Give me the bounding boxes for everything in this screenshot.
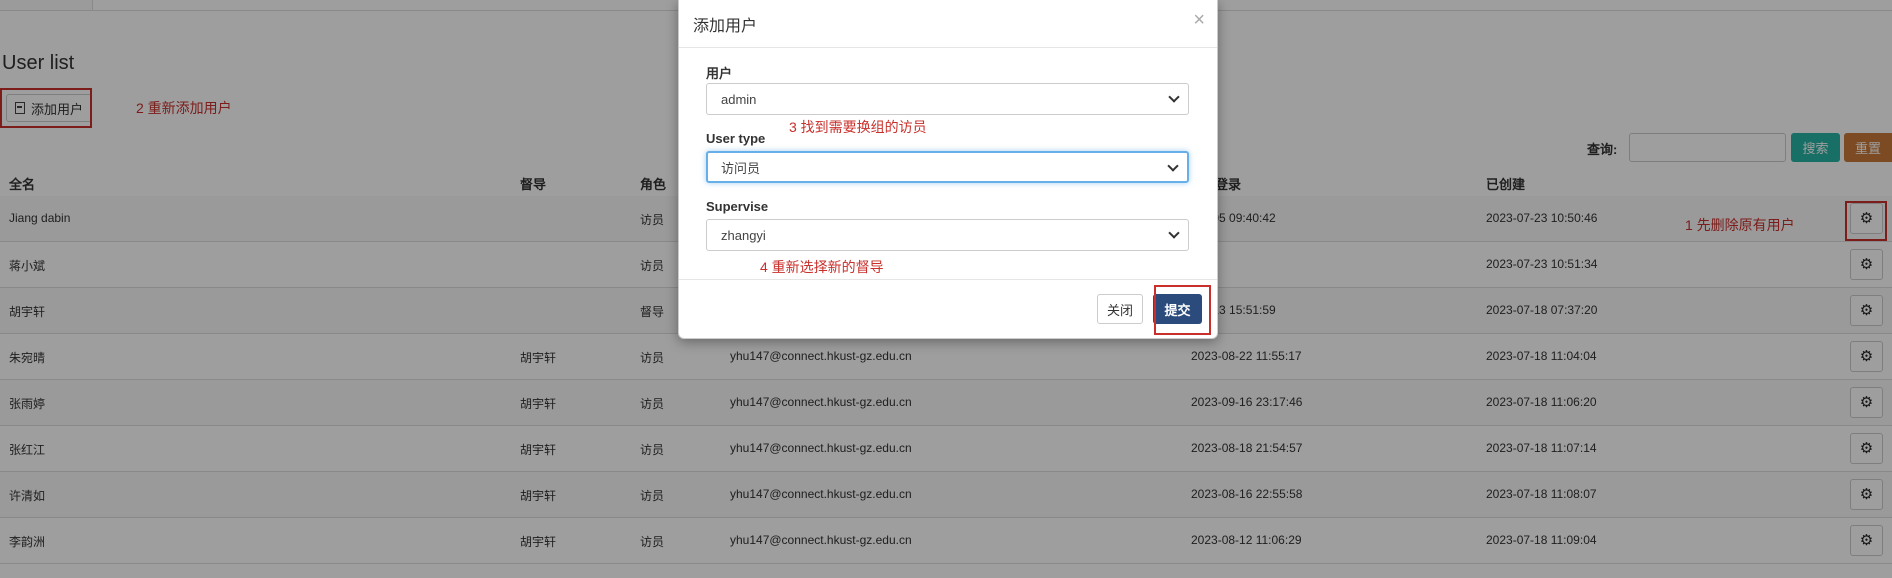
user-list-page: User list 添加用户 2 重新添加用户 查询: 搜索 重置 全名 督导 … <box>0 0 1892 578</box>
user-type-select-value: 访问员 <box>721 160 761 176</box>
supervise-select[interactable]: zhangyi <box>706 219 1189 251</box>
add-user-modal: 添加用户 × 用户 admin 3 找到需要换组的访员 User type 访问… <box>678 0 1218 339</box>
modal-footer: 关闭 提交 <box>679 279 1217 338</box>
supervise-label: Supervise <box>706 199 769 214</box>
chevron-down-icon <box>1167 160 1179 172</box>
user-select[interactable]: admin <box>706 83 1189 115</box>
close-button[interactable]: 关闭 <box>1097 294 1143 324</box>
chevron-down-icon <box>1168 227 1180 239</box>
user-label: 用户 <box>706 66 733 81</box>
close-icon[interactable]: × <box>1193 9 1205 32</box>
modal-header: 添加用户 × <box>679 0 1217 48</box>
modal-title: 添加用户 <box>693 18 758 35</box>
user-type-label: User type <box>706 131 766 146</box>
highlight-submit <box>1154 285 1211 335</box>
user-select-value: admin <box>721 91 757 107</box>
user-type-select[interactable]: 访问员 <box>706 151 1189 183</box>
annotation-step-3: 3 找到需要换组的访员 <box>789 119 927 135</box>
annotation-step-4: 4 重新选择新的督导 <box>760 259 884 275</box>
chevron-down-icon <box>1168 91 1180 103</box>
supervise-select-value: zhangyi <box>721 227 766 243</box>
